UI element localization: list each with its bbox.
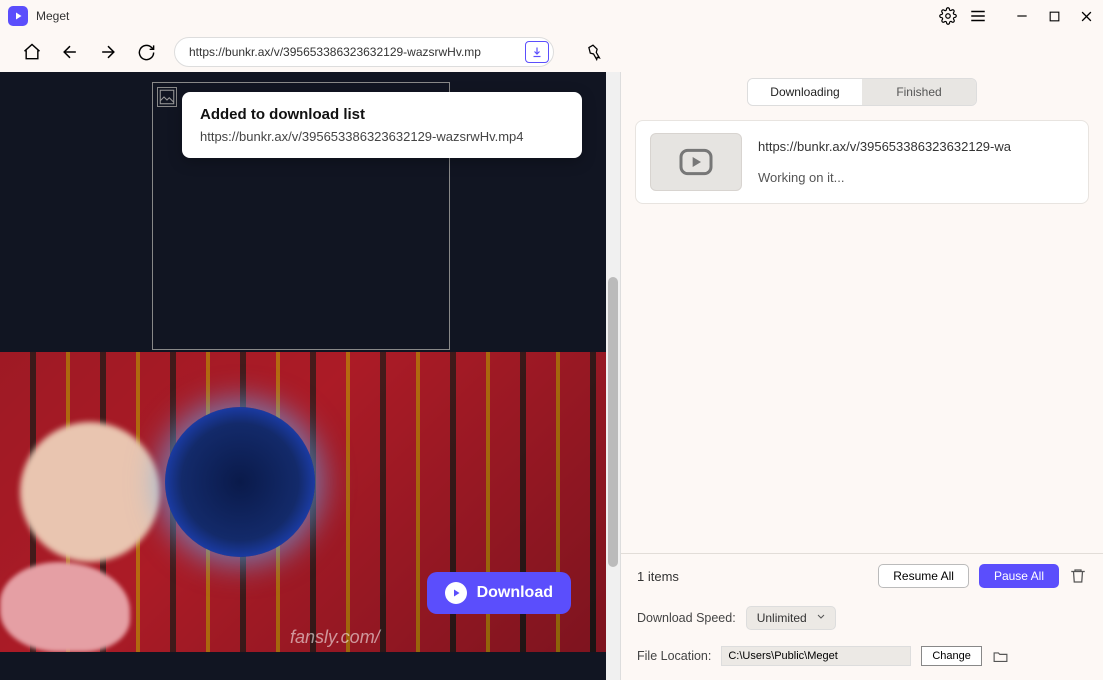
url-bar [174, 37, 554, 67]
speed-select[interactable]: Unlimited [746, 606, 836, 630]
speed-value: Unlimited [757, 611, 807, 625]
app-title: Meget [36, 9, 939, 23]
minimize-icon[interactable] [1013, 7, 1031, 25]
location-label: File Location: [637, 649, 711, 663]
download-url: https://bunkr.ax/v/395653386323632129-wa [758, 139, 1074, 154]
tab-finished[interactable]: Finished [862, 79, 976, 105]
maximize-icon[interactable] [1045, 7, 1063, 25]
menu-icon[interactable] [969, 7, 987, 25]
app-logo [8, 6, 28, 26]
browser-pane: Added to download list https://bunkr.ax/… [0, 72, 621, 680]
download-tabs: Downloading Finished [747, 78, 977, 106]
download-button-label: Download [477, 584, 553, 602]
download-url-icon[interactable] [525, 41, 549, 63]
pin-icon[interactable] [584, 42, 604, 62]
change-button[interactable]: Change [921, 646, 982, 666]
download-list: https://bunkr.ax/v/395653386323632129-wa… [621, 120, 1103, 553]
resume-all-button[interactable]: Resume All [878, 564, 969, 588]
toast-url: https://bunkr.ax/v/395653386323632129-wa… [200, 129, 564, 144]
speed-label: Download Speed: [637, 611, 736, 625]
browser-scrollbar[interactable] [606, 72, 620, 680]
refresh-icon[interactable] [136, 42, 156, 62]
download-item[interactable]: https://bunkr.ax/v/395653386323632129-wa… [635, 120, 1089, 204]
download-footer: 1 items Resume All Pause All [621, 553, 1103, 598]
folder-icon[interactable] [992, 648, 1009, 665]
location-row: File Location: Change [621, 638, 1103, 680]
settings-icon[interactable] [939, 7, 957, 25]
download-button[interactable]: Download [427, 572, 571, 614]
chevron-down-icon [815, 611, 827, 626]
watermark-text: fansly.com/ [290, 627, 380, 648]
items-count: 1 items [637, 569, 868, 584]
close-icon[interactable] [1077, 7, 1095, 25]
nav-toolbar [0, 32, 1103, 72]
home-icon[interactable] [22, 42, 42, 62]
download-thumbnail [650, 133, 742, 191]
toast-title: Added to download list [200, 106, 564, 123]
back-icon[interactable] [60, 42, 80, 62]
tab-downloading[interactable]: Downloading [748, 79, 862, 105]
forward-icon[interactable] [98, 42, 118, 62]
toast-notification: Added to download list https://bunkr.ax/… [182, 92, 582, 158]
download-status: Working on it... [758, 170, 1074, 185]
pause-all-button[interactable]: Pause All [979, 564, 1059, 588]
video-preview[interactable]: fansly.com/ Download [0, 352, 607, 652]
titlebar: Meget [0, 0, 1103, 32]
broken-image-icon [157, 87, 177, 107]
download-badge-icon [445, 582, 467, 604]
download-panel: Downloading Finished https://bunkr.ax/v/… [621, 72, 1103, 680]
delete-icon[interactable] [1069, 567, 1087, 585]
speed-row: Download Speed: Unlimited [621, 598, 1103, 638]
location-field[interactable] [721, 646, 911, 666]
url-input[interactable] [189, 45, 525, 59]
